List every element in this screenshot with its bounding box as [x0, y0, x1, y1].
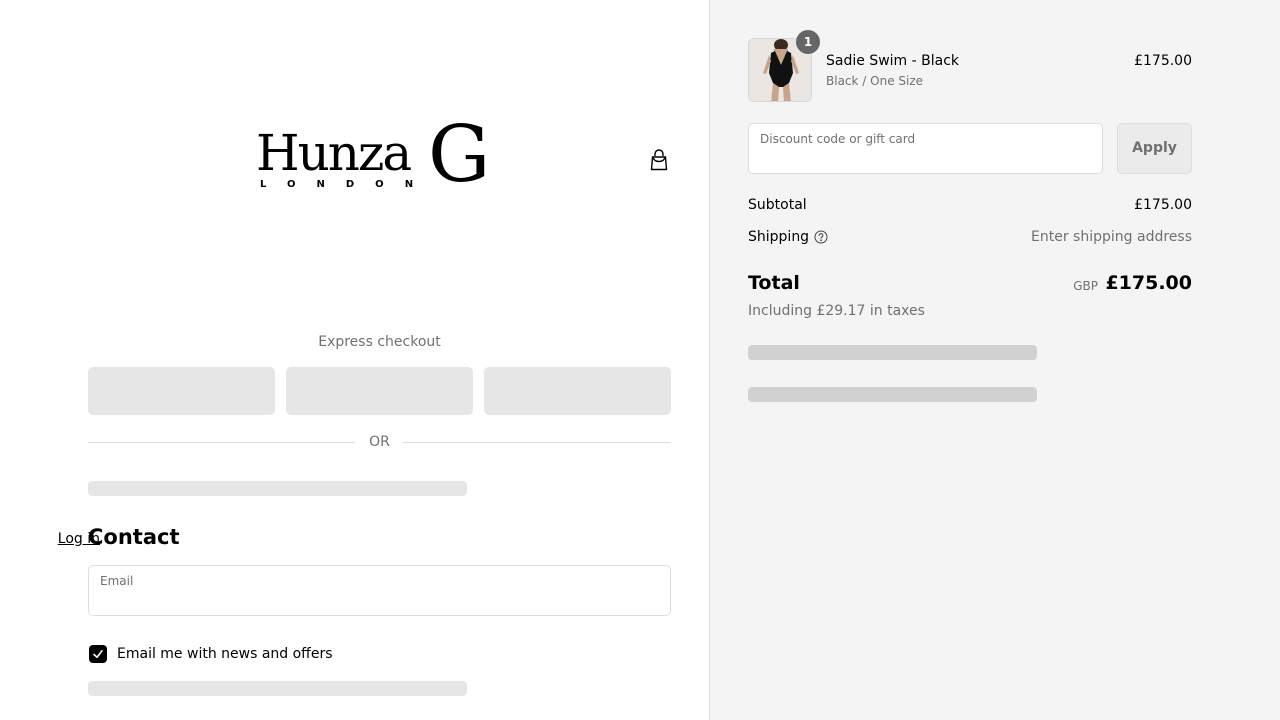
check-icon	[93, 650, 103, 658]
shipping-label: Shipping	[748, 229, 810, 245]
contact-heading: Contact	[88, 525, 180, 549]
express-checkout-label: Express checkout	[318, 334, 441, 350]
logo-monogram: G	[428, 110, 491, 200]
logo-wordmark: Hunza	[256, 124, 412, 182]
apply-discount-button[interactable]: Apply	[1117, 123, 1192, 174]
email-field-label: Email	[100, 574, 134, 588]
express-pay-button-2[interactable]	[286, 367, 473, 415]
checkout-main: Hunza LONDON G Express checkout OR Conta…	[0, 0, 709, 720]
loading-placeholder	[748, 345, 1037, 360]
discount-code-placeholder: Discount code or gift card	[760, 132, 916, 146]
discount-code-input[interactable]: Discount code or gift card	[748, 123, 1103, 174]
divider-line-right	[403, 442, 671, 443]
newsletter-label[interactable]: Email me with news and offers	[117, 646, 333, 662]
loading-placeholder	[88, 481, 467, 496]
loading-placeholder	[88, 681, 467, 696]
currency-code: GBP	[1073, 279, 1098, 293]
shipping-value: Enter shipping address	[1031, 229, 1192, 245]
brand-logo[interactable]: Hunza LONDON G	[256, 116, 506, 196]
subtotal-value: £175.00	[1134, 197, 1192, 213]
quantity-badge: 1	[796, 30, 820, 54]
product-price: £175.00	[1134, 53, 1192, 69]
login-link[interactable]: Log in	[58, 531, 100, 547]
subtotal-label: Subtotal	[748, 197, 807, 213]
express-pay-button-3[interactable]	[484, 367, 671, 415]
loading-placeholder	[748, 387, 1037, 402]
logo-tagline: LONDON	[260, 179, 435, 190]
total-value: £175.00	[1105, 272, 1192, 294]
newsletter-checkbox[interactable]	[89, 645, 107, 663]
product-variant: Black / One Size	[826, 74, 924, 88]
or-divider: OR	[88, 433, 671, 451]
taxes-note: Including £29.17 in taxes	[748, 303, 925, 319]
shopping-bag-icon[interactable]	[649, 149, 669, 171]
order-summary	[710, 0, 1280, 720]
email-field[interactable]: Email	[88, 565, 671, 616]
express-pay-button-1[interactable]	[88, 367, 275, 415]
question-circle-icon[interactable]	[814, 230, 828, 244]
total-label: Total	[748, 272, 800, 294]
product-name: Sadie Swim - Black	[826, 53, 959, 69]
